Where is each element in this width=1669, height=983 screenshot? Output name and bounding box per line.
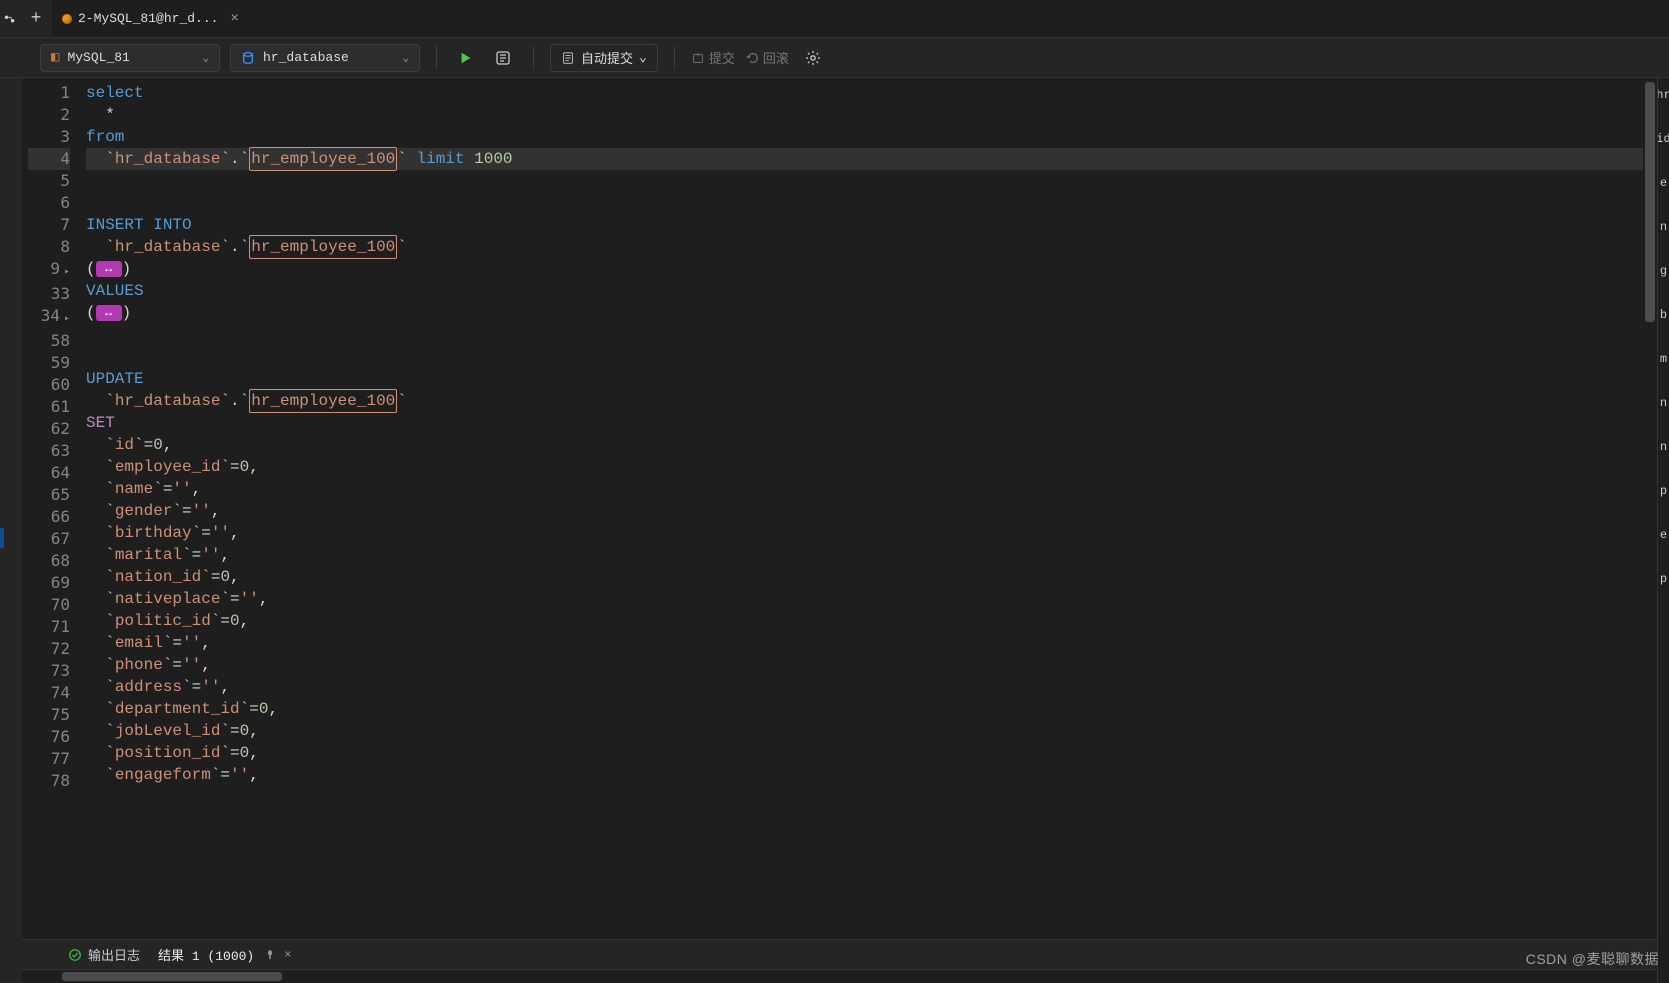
- rollback-button[interactable]: 回滚: [745, 48, 789, 67]
- explain-button[interactable]: [489, 46, 517, 70]
- tab-bar: + 2-MySQL_81@hr_d... ×: [0, 0, 1669, 38]
- sidebar-gutter-icon[interactable]: [0, 0, 20, 37]
- autocommit-label: 自动提交: [581, 48, 633, 67]
- close-icon[interactable]: ×: [284, 948, 291, 962]
- new-tab-button[interactable]: +: [20, 0, 52, 37]
- connection-select[interactable]: ◧ MySQL_81 ⌄: [40, 44, 220, 72]
- horizontal-scrollbar[interactable]: [22, 969, 1657, 983]
- vertical-scrollbar[interactable]: [1643, 78, 1657, 939]
- settings-button[interactable]: [799, 46, 827, 70]
- commit-icon: [691, 51, 705, 65]
- database-label: hr_database: [263, 50, 349, 65]
- scrollbar-thumb[interactable]: [62, 972, 282, 981]
- output-tab-bar: 输出日志 结果 1 (1000) ×: [22, 939, 1657, 969]
- toolbar: ◧ MySQL_81 ⌄ hr_database ⌄ 自动提交 ⌄ 提交 回滚: [0, 38, 1669, 78]
- chevron-down-icon: ⌄: [402, 51, 409, 65]
- code-area[interactable]: 123456789▸3334▸5859606162636465666768697…: [22, 78, 1657, 939]
- commit-button[interactable]: 提交: [691, 48, 735, 67]
- editor: 123456789▸3334▸5859606162636465666768697…: [22, 78, 1657, 983]
- autocommit-select[interactable]: 自动提交 ⌄: [550, 44, 658, 72]
- mysql-file-icon: [62, 14, 72, 24]
- output-log-tab[interactable]: 输出日志: [68, 945, 140, 964]
- commit-label: 提交: [709, 48, 735, 67]
- gear-icon: [805, 50, 821, 66]
- editor-tab[interactable]: 2-MySQL_81@hr_d... ×: [52, 0, 254, 37]
- check-icon: [68, 948, 82, 962]
- marker: [0, 528, 4, 548]
- document-icon: [561, 51, 575, 65]
- scrollbar-thumb[interactable]: [1645, 82, 1655, 322]
- watermark: CSDN @麦聪聊数据: [1526, 949, 1659, 969]
- divider: [436, 46, 437, 70]
- result-label: 结果 1 (1000): [158, 945, 254, 964]
- divider: [533, 46, 534, 70]
- main: 123456789▸3334▸5859606162636465666768697…: [0, 78, 1669, 983]
- rollback-label: 回滚: [763, 48, 789, 67]
- activity-bar: [0, 78, 22, 983]
- database-select[interactable]: hr_database ⌄: [230, 44, 420, 72]
- code-content[interactable]: select *from `hr_database`.`hr_employee_…: [80, 78, 1643, 939]
- divider: [674, 46, 675, 70]
- result-tab[interactable]: 结果 1 (1000) ×: [158, 945, 291, 964]
- database-icon: [241, 51, 255, 65]
- database-conn-icon: ◧: [51, 49, 59, 66]
- right-panel-preview[interactable]: hridengbmnnpep: [1657, 78, 1669, 983]
- chevron-down-icon: ⌄: [202, 51, 209, 65]
- close-icon[interactable]: ×: [230, 11, 238, 27]
- run-button[interactable]: [453, 47, 479, 69]
- chevron-down-icon: ⌄: [639, 50, 647, 65]
- connection-label: MySQL_81: [67, 50, 129, 65]
- pin-icon[interactable]: [264, 949, 276, 961]
- line-number-gutter: 123456789▸3334▸5859606162636465666768697…: [22, 78, 80, 939]
- rollback-icon: [745, 51, 759, 65]
- tab-label: 2-MySQL_81@hr_d...: [78, 11, 218, 26]
- output-log-label: 输出日志: [88, 945, 140, 964]
